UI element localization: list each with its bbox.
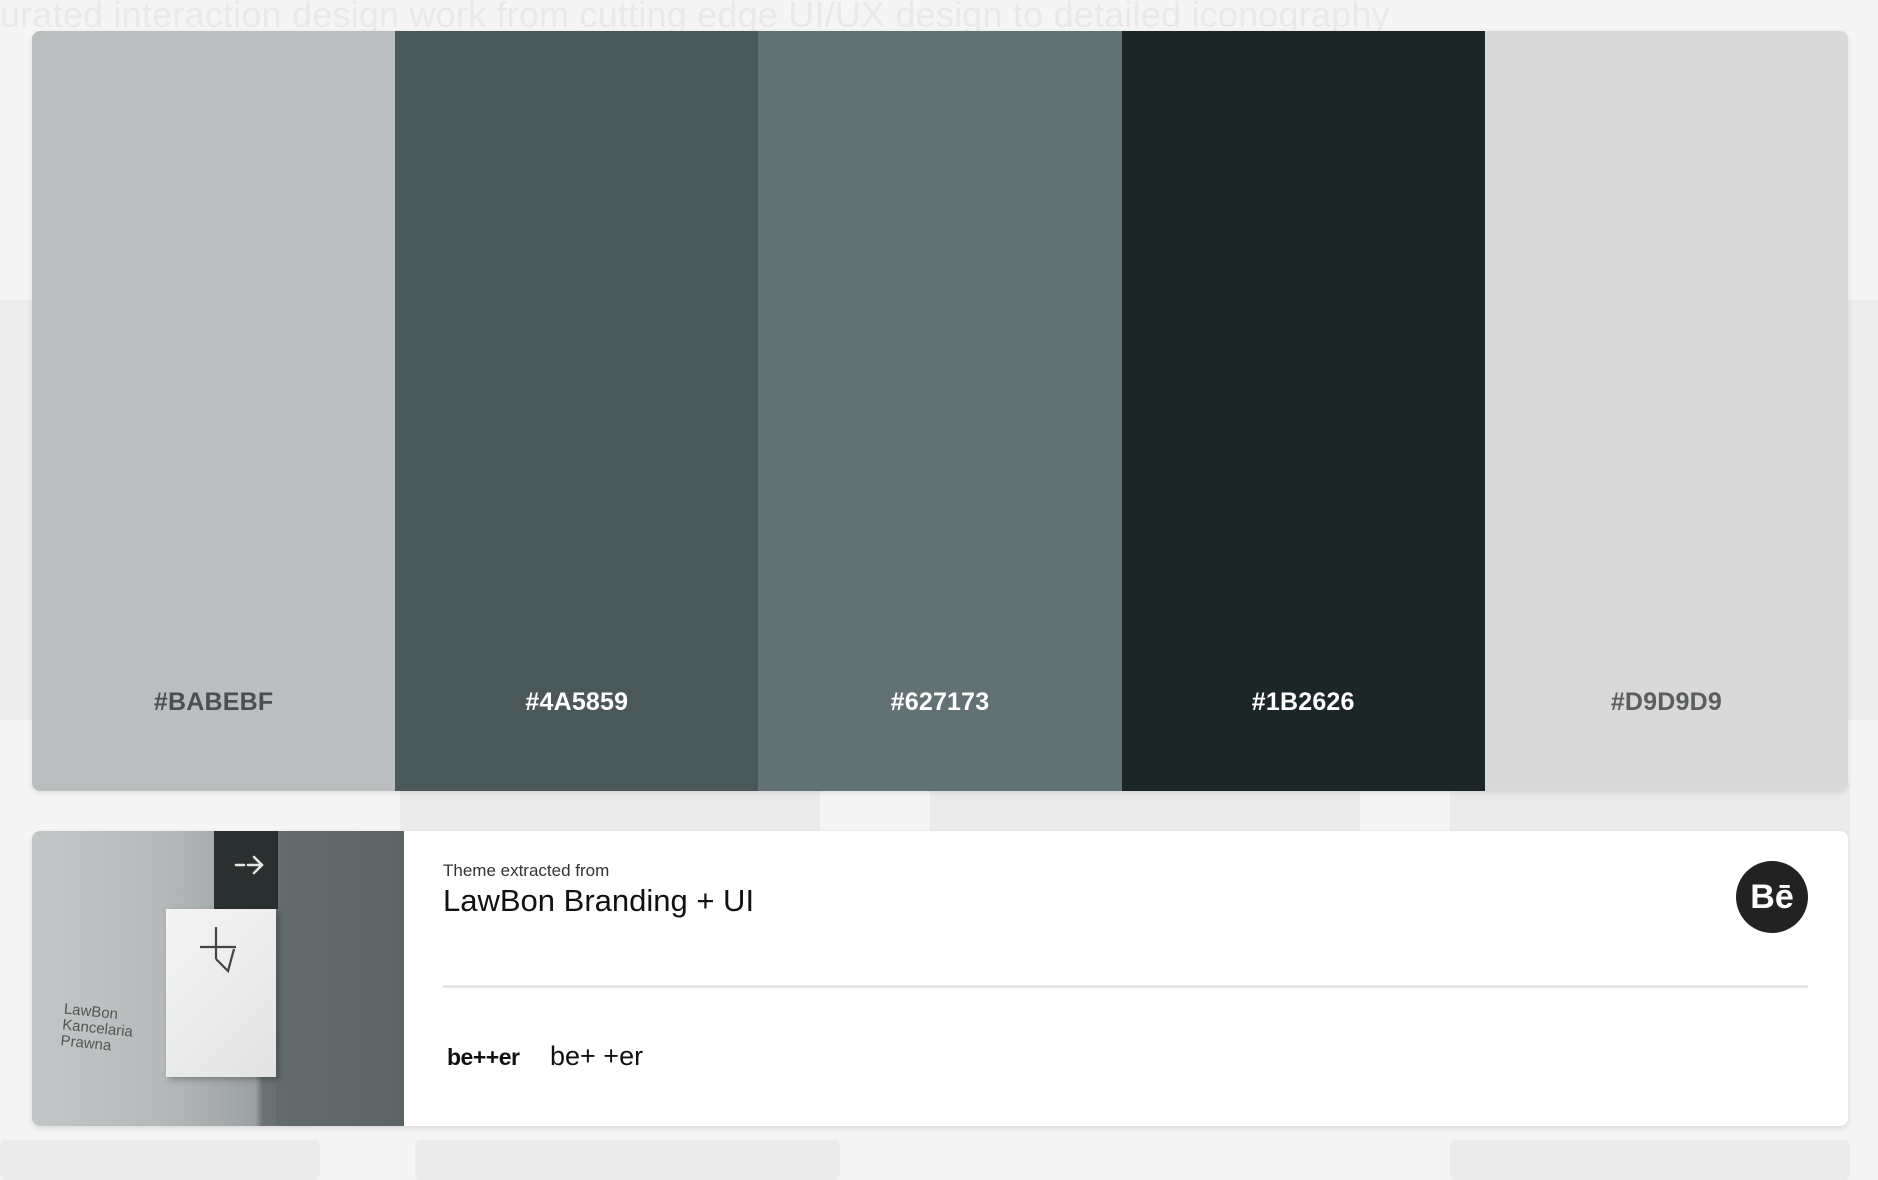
swatch-hex-label: #1B2626 [1251,688,1355,716]
sign-text: LawBon Kancelaria Prawna [59,1000,134,1055]
swatch-hex-label: #BABEBF [153,688,274,716]
sign-plate [166,909,276,1077]
behance-icon[interactable]: Bē [1736,861,1808,933]
owner-name-link[interactable]: be+ +er [550,1041,643,1072]
color-swatch-1[interactable]: #BABEBF [32,31,396,791]
swatch-hex-label: #4A5859 [525,688,629,716]
project-thumbnail[interactable]: LawBon Kancelaria Prawna [32,831,404,1126]
project-title-link[interactable]: LawBon Branding + UI [443,883,754,919]
sign-pole [214,831,278,909]
color-swatch-4[interactable]: #1B2626 [1121,31,1485,791]
background-tile [1450,1140,1850,1180]
extracted-from-label: Theme extracted from [443,861,610,880]
background-tile [415,1140,840,1180]
arrow-right-icon [234,855,264,875]
owner-logo[interactable]: be++er [447,1044,520,1071]
divider [443,985,1808,988]
color-swatch-5[interactable]: #D9D9D9 [1484,31,1848,791]
swatch-hex-label: #627173 [890,688,990,716]
theme-source-details: Theme extracted from LawBon Branding + U… [443,831,1848,1126]
color-swatch-2[interactable]: #4A5859 [395,31,759,791]
background-tile [0,1140,320,1180]
thumbnail-shade [276,831,404,1126]
color-swatch-3[interactable]: #627173 [758,31,1122,791]
swatch-hex-label: #D9D9D9 [1610,688,1722,716]
lawbon-logo-icon [200,927,236,974]
color-palette: #BABEBF #4A5859 #627173 #1B2626 #D9D9D9 [32,31,1848,791]
theme-source-card: LawBon Kancelaria Prawna Theme extracted… [32,831,1848,1126]
